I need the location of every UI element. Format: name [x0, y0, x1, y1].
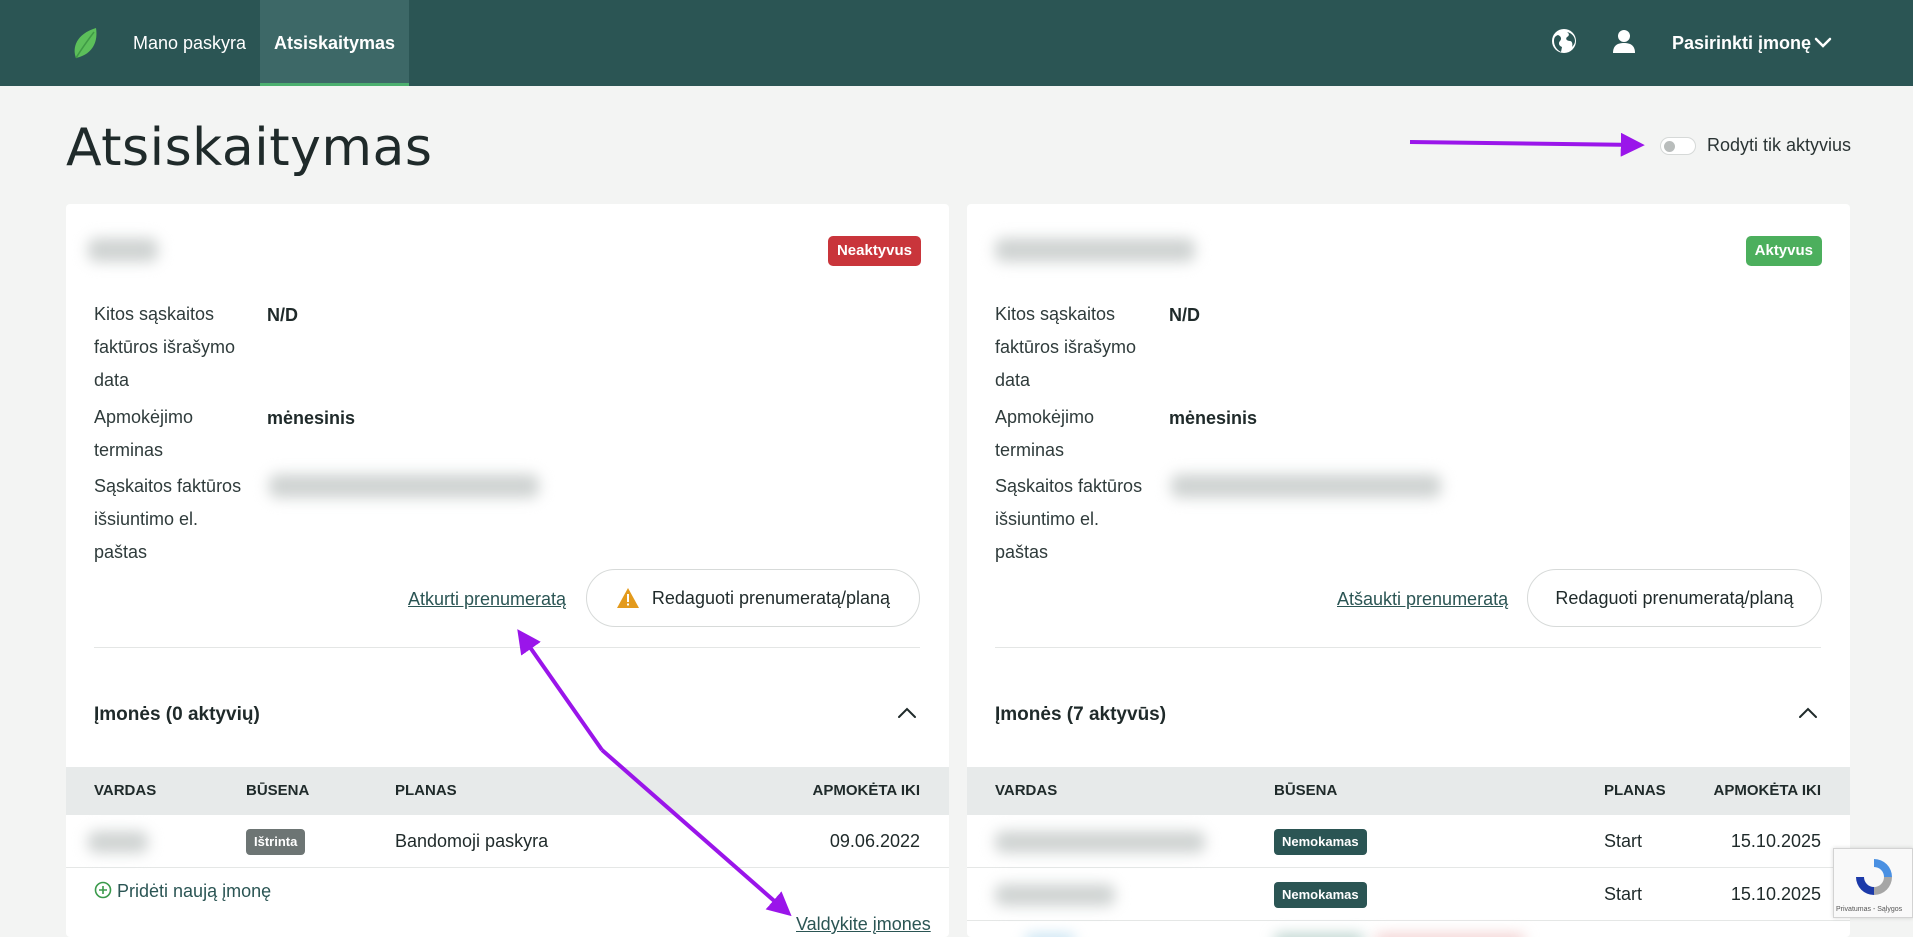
company-select[interactable]: Pasirinkti įmonę: [1672, 0, 1811, 86]
column-name: VARDAS: [94, 782, 157, 799]
billing-term-value: mėnesinis: [1169, 408, 1258, 428]
warning-icon: [616, 588, 639, 608]
collapse-chevron-up-icon[interactable]: [896, 702, 918, 724]
table-row[interactable]: Nemokamas Start 15.10.2025: [967, 868, 1850, 921]
recaptcha-logo-icon: [1856, 859, 1892, 895]
chevron-down-icon[interactable]: [1812, 32, 1834, 54]
card-divider: [995, 647, 1821, 648]
active-only-toggle-label[interactable]: Rodyti tik aktyvius: [1707, 135, 1851, 156]
add-company-link[interactable]: Pridėti naują įmonę: [94, 881, 271, 902]
status-badge: Neaktyvus: [827, 236, 921, 266]
paid-until-cell: 15.10.2025: [1730, 831, 1821, 851]
companies-table-header: VARDAS BŪSENA PLANAS APMOKĖTA IKI: [66, 767, 949, 815]
arrow-to-toggle: [1409, 132, 1645, 157]
table-row[interactable]: Ištrinta Bandomoji paskyra 09.06.2022: [66, 815, 949, 868]
edit-subscription-label: Redaguoti prenumeratą/planą: [1555, 587, 1794, 608]
nav-my-account[interactable]: Mano paskyra: [115, 0, 264, 86]
page-title: Atsiskaitymas: [66, 118, 433, 178]
plan-cell: Bandomoji paskyra: [395, 831, 549, 851]
redacted-invoice-email: [1171, 474, 1441, 498]
restore-subscription-link[interactable]: Atkurti prenumeratą: [408, 589, 566, 610]
billing-term-label: Apmokėjimo terminas: [995, 407, 1095, 460]
table-row-partial[interactable]: [967, 921, 1850, 937]
manage-companies-link[interactable]: Valdykite įmones: [796, 914, 931, 935]
companies-section-title: Įmonės (0 aktyvių): [94, 704, 260, 725]
column-status: BŪSENA: [1274, 782, 1338, 799]
recaptcha-terms-text[interactable]: Privatumas - Sąlygos: [1836, 906, 1902, 913]
column-paid-until: APMOKĖTA IKI: [1713, 782, 1822, 799]
edit-subscription-button[interactable]: Redaguoti prenumeratą/planą: [1527, 569, 1822, 627]
billing-term-value: mėnesinis: [267, 408, 356, 428]
top-navigation-bar: Mano paskyra Atsiskaitymas Pasirinkti įm…: [0, 0, 1913, 86]
next-invoice-label: Kitos sąskaitos faktūros išrašymo data: [94, 304, 236, 390]
leaf-logo-icon[interactable]: [70, 26, 100, 60]
redacted-invoice-email: [269, 474, 539, 498]
subscription-card-active: Aktyvus Kitos sąskaitos faktūros išrašym…: [967, 204, 1850, 937]
status-tag: Nemokamas: [1274, 882, 1367, 908]
plan-cell: Start: [1604, 884, 1643, 904]
status-tag: Nemokamas: [1274, 829, 1367, 855]
card-divider: [94, 647, 920, 648]
cancel-subscription-link[interactable]: Atšaukti prenumeratą: [1337, 589, 1508, 610]
table-row[interactable]: Nemokamas Start 15.10.2025: [967, 815, 1850, 868]
subscription-card-inactive: Neaktyvus Kitos sąskaitos faktūros išraš…: [66, 204, 949, 937]
redacted-company-name: [995, 831, 1205, 853]
paid-until-cell: 15.10.2025: [1730, 884, 1821, 904]
nav-billing[interactable]: Atsiskaitymas: [260, 0, 409, 86]
next-invoice-value: N/D: [267, 305, 298, 325]
redacted-company-name: [88, 831, 148, 853]
companies-table-header: VARDAS BŪSENA PLANAS APMOKĖTA IKI: [967, 767, 1850, 815]
recaptcha-badge[interactable]: Privatumas - Sąlygos: [1833, 848, 1913, 918]
column-name: VARDAS: [995, 782, 1058, 799]
redacted-subscription-name: [88, 238, 158, 262]
column-paid-until: APMOKĖTA IKI: [812, 782, 921, 799]
billing-term-label: Apmokėjimo terminas: [94, 407, 194, 460]
column-plan: PLANAS: [1604, 782, 1666, 799]
globe-icon[interactable]: [1550, 27, 1578, 55]
plan-cell: Start: [1604, 831, 1643, 851]
next-invoice-value: N/D: [1169, 305, 1200, 325]
status-tag: Ištrinta: [246, 829, 306, 855]
edit-subscription-button[interactable]: Redaguoti prenumeratą/planą: [586, 569, 920, 627]
redacted-subscription-name: [995, 238, 1195, 262]
column-status: BŪSENA: [246, 782, 310, 799]
paid-until-cell: 09.06.2022: [829, 831, 920, 851]
status-badge: Aktyvus: [1745, 236, 1822, 266]
toggle-knob: [1664, 141, 1675, 152]
next-invoice-label: Kitos sąskaitos faktūros išrašymo data: [995, 304, 1137, 390]
active-only-toggle[interactable]: [1660, 137, 1696, 155]
plus-circle-icon: [94, 881, 112, 899]
redacted-company-name: [995, 884, 1115, 906]
user-icon[interactable]: [1610, 27, 1638, 55]
invoice-email-label: Sąskaitos faktūros išsiuntimo el. paštas: [94, 476, 242, 562]
invoice-email-label: Sąskaitos faktūros išsiuntimo el. paštas: [995, 476, 1143, 562]
edit-subscription-label: Redaguoti prenumeratą/planą: [651, 587, 891, 608]
companies-section-title: Įmonės (7 aktyvūs): [995, 704, 1167, 725]
add-company-label: Pridėti naują įmonę: [117, 881, 272, 901]
column-plan: PLANAS: [395, 782, 457, 799]
collapse-chevron-up-icon[interactable]: [1797, 702, 1819, 724]
